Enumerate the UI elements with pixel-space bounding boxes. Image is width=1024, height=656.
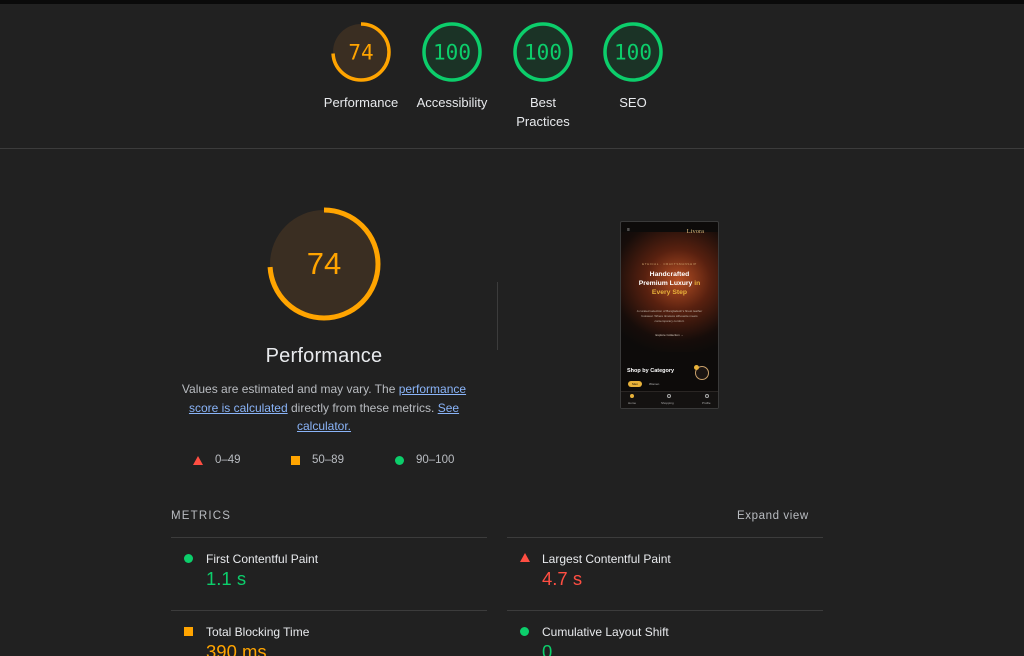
- final-screenshot-thumbnail[interactable]: ≡ Livora ETHICAL · CRAFTSMANSHIP Handcra…: [620, 221, 719, 409]
- performance-big-gauge: 74: [266, 206, 382, 322]
- explore-link: Explore Collection →: [655, 333, 684, 337]
- metric-name: Cumulative Layout Shift: [542, 625, 669, 639]
- metrics-divider: [171, 537, 487, 538]
- average-square-icon: [291, 455, 300, 465]
- metric-value: 0: [542, 641, 553, 656]
- gauge-ring: 100: [422, 22, 482, 82]
- score-summary: 74 Performance 100 Accessibility 100 Bes…: [0, 4, 1024, 149]
- big-gauge-ring: 74: [267, 207, 381, 321]
- gauge-label: Best Practices: [516, 95, 570, 129]
- gauge-label: SEO: [619, 95, 647, 110]
- metrics-divider: [171, 610, 487, 611]
- hero-headline: Handcrafted Premium Luxury in Every Step: [625, 270, 714, 297]
- desc-text: Values are estimated and may vary. The: [181, 382, 399, 396]
- average-square-icon: [184, 627, 193, 636]
- performance-description: Values are estimated and may vary. The p…: [174, 380, 474, 436]
- fail-triangle-icon: [520, 553, 530, 562]
- gauge-label: Performance: [323, 95, 399, 110]
- headline-part: in: [694, 280, 701, 287]
- cart-badge: [694, 365, 699, 370]
- headline-part: Every Step: [651, 289, 688, 296]
- gauge-seo[interactable]: 100 SEO: [583, 20, 683, 112]
- pass-circle-icon: [184, 554, 193, 563]
- metric-value: 390 ms: [206, 641, 267, 656]
- category-chip-active: Men: [628, 381, 642, 387]
- gauge-ring: 74: [331, 22, 391, 82]
- shopping-icon: [667, 394, 671, 398]
- metrics-divider: [507, 537, 823, 538]
- gauge-performance[interactable]: 74 Performance: [311, 20, 411, 112]
- metric-name: Largest Contentful Paint: [542, 552, 671, 566]
- pass-circle-icon: [395, 455, 404, 465]
- metric-name: Total Blocking Time: [206, 625, 310, 639]
- hero-tagline: ETHICAL · CRAFTSMANSHIP: [642, 262, 697, 266]
- metric-name: First Contentful Paint: [206, 552, 319, 566]
- performance-title: Performance: [265, 345, 383, 367]
- gauge-score: 74: [348, 41, 373, 65]
- metrics-header: METRICS: [171, 510, 232, 522]
- legend-fail: 0–49: [193, 454, 241, 466]
- bottom-nav: Home Shopping Profile: [621, 391, 718, 408]
- category-title: Shop by Category: [627, 368, 675, 374]
- legend-range: 0–49: [215, 454, 241, 466]
- gauge-ring: 100: [513, 22, 573, 82]
- nav-label: Home: [628, 401, 637, 405]
- legend-pass: 90–100: [395, 454, 454, 466]
- pass-circle-icon: [520, 627, 529, 636]
- category-chip: Women: [649, 382, 660, 386]
- gauge-score: 100: [433, 41, 471, 65]
- desc-text: directly from these metrics.: [287, 400, 438, 415]
- profile-icon: [705, 394, 709, 398]
- hero-subtext: A curated selection of Bangladesh's fine…: [636, 309, 703, 323]
- metric-value: 4.7 s: [542, 568, 583, 589]
- fail-triangle-icon: [193, 455, 203, 465]
- gauge-accessibility[interactable]: 100 Accessibility: [402, 20, 502, 112]
- gauge-score: 100: [524, 41, 562, 65]
- gauge-score: 100: [614, 41, 652, 65]
- headline-part: Premium Luxury: [638, 280, 693, 287]
- gauge-best-practices[interactable]: 100 Best Practices: [493, 20, 593, 131]
- legend-range: 90–100: [416, 454, 455, 466]
- expand-view-toggle[interactable]: Expand view: [737, 510, 809, 522]
- home-icon: [630, 394, 634, 398]
- nav-label: Shopping: [661, 401, 674, 405]
- gauge-label: Accessibility: [416, 95, 488, 110]
- big-gauge-score: 74: [307, 246, 341, 281]
- legend-average: 50–89: [291, 454, 344, 466]
- metrics-divider: [507, 610, 823, 611]
- nav-label: Profile: [702, 401, 711, 405]
- gauge-ring: 100: [603, 22, 663, 82]
- legend-range: 50–89: [312, 454, 344, 466]
- headline-part: Handcrafted: [649, 271, 690, 278]
- metric-value: 1.1 s: [206, 568, 247, 589]
- hamburger-icon: ≡: [627, 227, 630, 233]
- vertical-divider: [497, 282, 498, 350]
- site-brand: Livora: [686, 228, 704, 235]
